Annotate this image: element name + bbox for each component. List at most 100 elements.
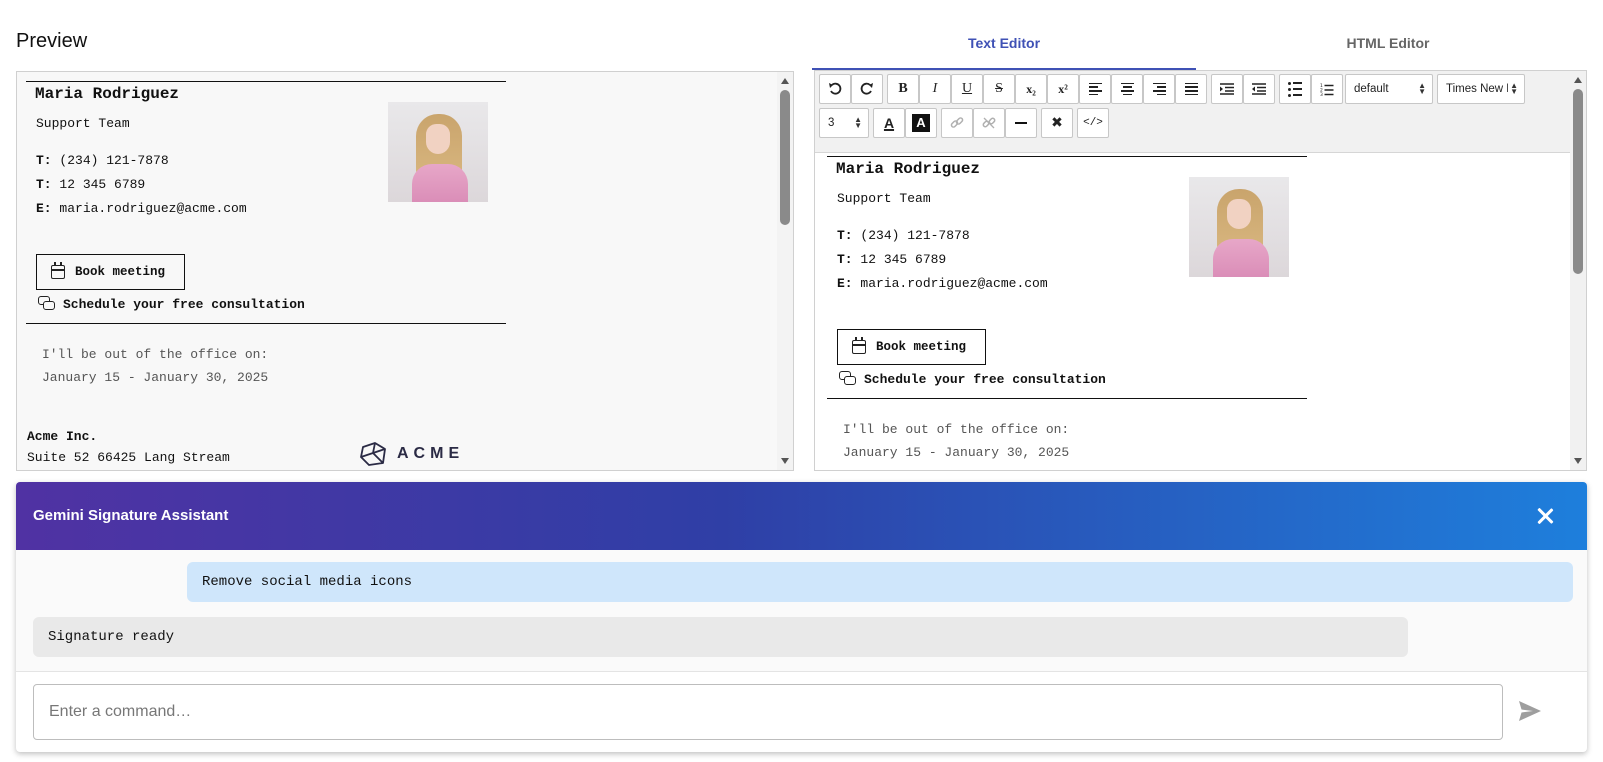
link-icon bbox=[950, 117, 964, 128]
signature-top-rule bbox=[827, 156, 1307, 157]
subscript-button[interactable]: x₂ bbox=[1015, 74, 1047, 104]
signature-name: Maria Rodriguez bbox=[836, 160, 981, 178]
book-meeting-button[interactable]: Book meeting bbox=[837, 329, 986, 365]
undo-button[interactable] bbox=[819, 74, 851, 104]
acme-logo: ACME bbox=[359, 441, 464, 467]
chat-history: Remove social media icons Signature read… bbox=[16, 550, 1587, 672]
superscript-button[interactable]: x² bbox=[1047, 74, 1079, 104]
justify-button[interactable] bbox=[1175, 74, 1207, 104]
signature-email: E: maria.rodriguez@acme.com bbox=[36, 201, 247, 216]
signature-phone2: T: 12 345 6789 bbox=[36, 177, 146, 192]
remove-format-icon: ✖ bbox=[1051, 115, 1063, 131]
close-icon[interactable] bbox=[1535, 506, 1555, 526]
align-left-icon bbox=[1088, 82, 1102, 96]
calendar-icon bbox=[51, 262, 65, 279]
text-editor[interactable]: B I U S x₂ x² 123 default ▲ ▼ Times New … bbox=[814, 70, 1587, 471]
remove-format-button[interactable]: ✖ bbox=[1041, 108, 1073, 138]
profile-photo bbox=[1189, 177, 1289, 277]
profile-photo bbox=[388, 102, 488, 202]
editor-scroll-thumb[interactable] bbox=[1573, 89, 1583, 274]
tab-html-editor[interactable]: HTML Editor bbox=[1196, 28, 1580, 70]
gemini-assistant-panel: Gemini Signature Assistant Remove social… bbox=[16, 482, 1587, 752]
insert-link-button[interactable] bbox=[941, 108, 973, 138]
view-source-button[interactable]: </> bbox=[1077, 108, 1109, 138]
numbered-list-icon: 123 bbox=[1320, 83, 1334, 96]
preview-panel[interactable]: Maria Rodriguez Support Team T: (234) 12… bbox=[16, 71, 794, 471]
align-right-icon bbox=[1152, 82, 1166, 96]
numbered-list-button[interactable]: 123 bbox=[1311, 74, 1343, 104]
command-input[interactable] bbox=[33, 684, 1503, 740]
scroll-up-arrow-icon[interactable] bbox=[1574, 77, 1582, 83]
assistant-title: Gemini Signature Assistant bbox=[33, 507, 229, 524]
unlink-button[interactable] bbox=[973, 108, 1005, 138]
preview-title: Preview bbox=[16, 30, 88, 52]
book-meeting-button[interactable]: Book meeting bbox=[36, 254, 185, 290]
acme-logo-icon bbox=[360, 442, 386, 466]
signature-top-rule bbox=[26, 81, 506, 82]
send-icon[interactable] bbox=[1518, 700, 1542, 722]
indent-button[interactable] bbox=[1211, 74, 1243, 104]
indent-icon bbox=[1220, 83, 1234, 95]
assistant-header: Gemini Signature Assistant bbox=[16, 482, 1587, 550]
user-message: Remove social media icons bbox=[187, 562, 1573, 602]
chat-bubbles-icon bbox=[38, 296, 55, 312]
bullet-list-button[interactable] bbox=[1279, 74, 1311, 104]
align-left-button[interactable] bbox=[1079, 74, 1111, 104]
out-of-office-line2: January 15 - January 30, 2025 bbox=[42, 370, 269, 385]
editor-toolbar: B I U S x₂ x² 123 default ▲ ▼ Times New … bbox=[815, 71, 1572, 153]
horizontal-rule-button[interactable] bbox=[1005, 108, 1037, 138]
highlight-color-button[interactable]: A bbox=[905, 108, 937, 138]
editor-scrollbar[interactable] bbox=[1570, 71, 1586, 470]
signature-bottom-rule bbox=[26, 323, 506, 324]
font-family-select[interactable]: Times New R ▲ ▼ bbox=[1437, 74, 1525, 104]
consultation-link[interactable]: Schedule your free consultation bbox=[839, 371, 1106, 387]
align-center-icon bbox=[1120, 82, 1134, 96]
redo-icon bbox=[860, 82, 873, 95]
bullet-list-icon bbox=[1288, 81, 1302, 97]
format-select[interactable]: default ▲ ▼ bbox=[1345, 74, 1433, 104]
select-caret-icon: ▲ ▼ bbox=[854, 115, 862, 130]
select-caret-icon: ▲ ▼ bbox=[1418, 81, 1426, 96]
scroll-up-arrow-icon[interactable] bbox=[781, 78, 789, 84]
justify-icon bbox=[1184, 82, 1198, 96]
editor-tabs: Text Editor HTML Editor bbox=[812, 28, 1587, 70]
signature-editor-content[interactable]: Maria Rodriguez Support Team T: (234) 12… bbox=[827, 156, 1307, 460]
signature-email: E: maria.rodriguez@acme.com bbox=[837, 276, 1048, 291]
consultation-label: Schedule your free consultation bbox=[63, 296, 305, 312]
scroll-down-arrow-icon[interactable] bbox=[1574, 458, 1582, 464]
scroll-down-arrow-icon[interactable] bbox=[781, 458, 789, 464]
company-name: Acme Inc. bbox=[27, 429, 98, 444]
align-center-button[interactable] bbox=[1111, 74, 1143, 104]
out-of-office-line1: I'll be out of the office on: bbox=[42, 347, 269, 362]
assistant-message: Signature ready bbox=[33, 617, 1408, 657]
tab-text-editor[interactable]: Text Editor bbox=[812, 28, 1196, 70]
preview-scroll-thumb[interactable] bbox=[780, 90, 790, 225]
chat-bubbles-icon bbox=[839, 371, 856, 387]
outdent-button[interactable] bbox=[1243, 74, 1275, 104]
strikethrough-button[interactable]: S bbox=[983, 74, 1015, 104]
consultation-link[interactable]: Schedule your free consultation bbox=[38, 296, 305, 312]
preview-scrollbar[interactable] bbox=[777, 72, 793, 470]
italic-button[interactable]: I bbox=[919, 74, 951, 104]
company-info: Acme Inc. Suite 52 66425 Lang Stream bbox=[27, 429, 230, 465]
acme-logo-text: ACME bbox=[397, 445, 465, 462]
book-meeting-label: Book meeting bbox=[876, 340, 967, 354]
signature-team: Support Team bbox=[36, 116, 130, 131]
font-color-button[interactable]: A bbox=[873, 108, 905, 138]
undo-icon bbox=[829, 82, 842, 95]
underline-button[interactable]: U bbox=[951, 74, 983, 104]
signature-phone1: T: (234) 121-7878 bbox=[36, 153, 169, 168]
svg-text:3: 3 bbox=[1320, 92, 1323, 96]
signature-phone1: T: (234) 121-7878 bbox=[837, 228, 970, 243]
bold-button[interactable]: B bbox=[887, 74, 919, 104]
font-size-select[interactable]: 3 ▲ ▼ bbox=[819, 108, 869, 138]
horizontal-rule-icon bbox=[1015, 121, 1027, 125]
redo-button[interactable] bbox=[851, 74, 883, 104]
calendar-icon bbox=[852, 337, 866, 354]
book-meeting-label: Book meeting bbox=[75, 265, 166, 279]
align-right-button[interactable] bbox=[1143, 74, 1175, 104]
signature-preview: Maria Rodriguez Support Team T: (234) 12… bbox=[26, 81, 506, 385]
signature-team: Support Team bbox=[837, 191, 931, 206]
signature-name: Maria Rodriguez bbox=[35, 85, 180, 103]
consultation-label: Schedule your free consultation bbox=[864, 371, 1106, 387]
